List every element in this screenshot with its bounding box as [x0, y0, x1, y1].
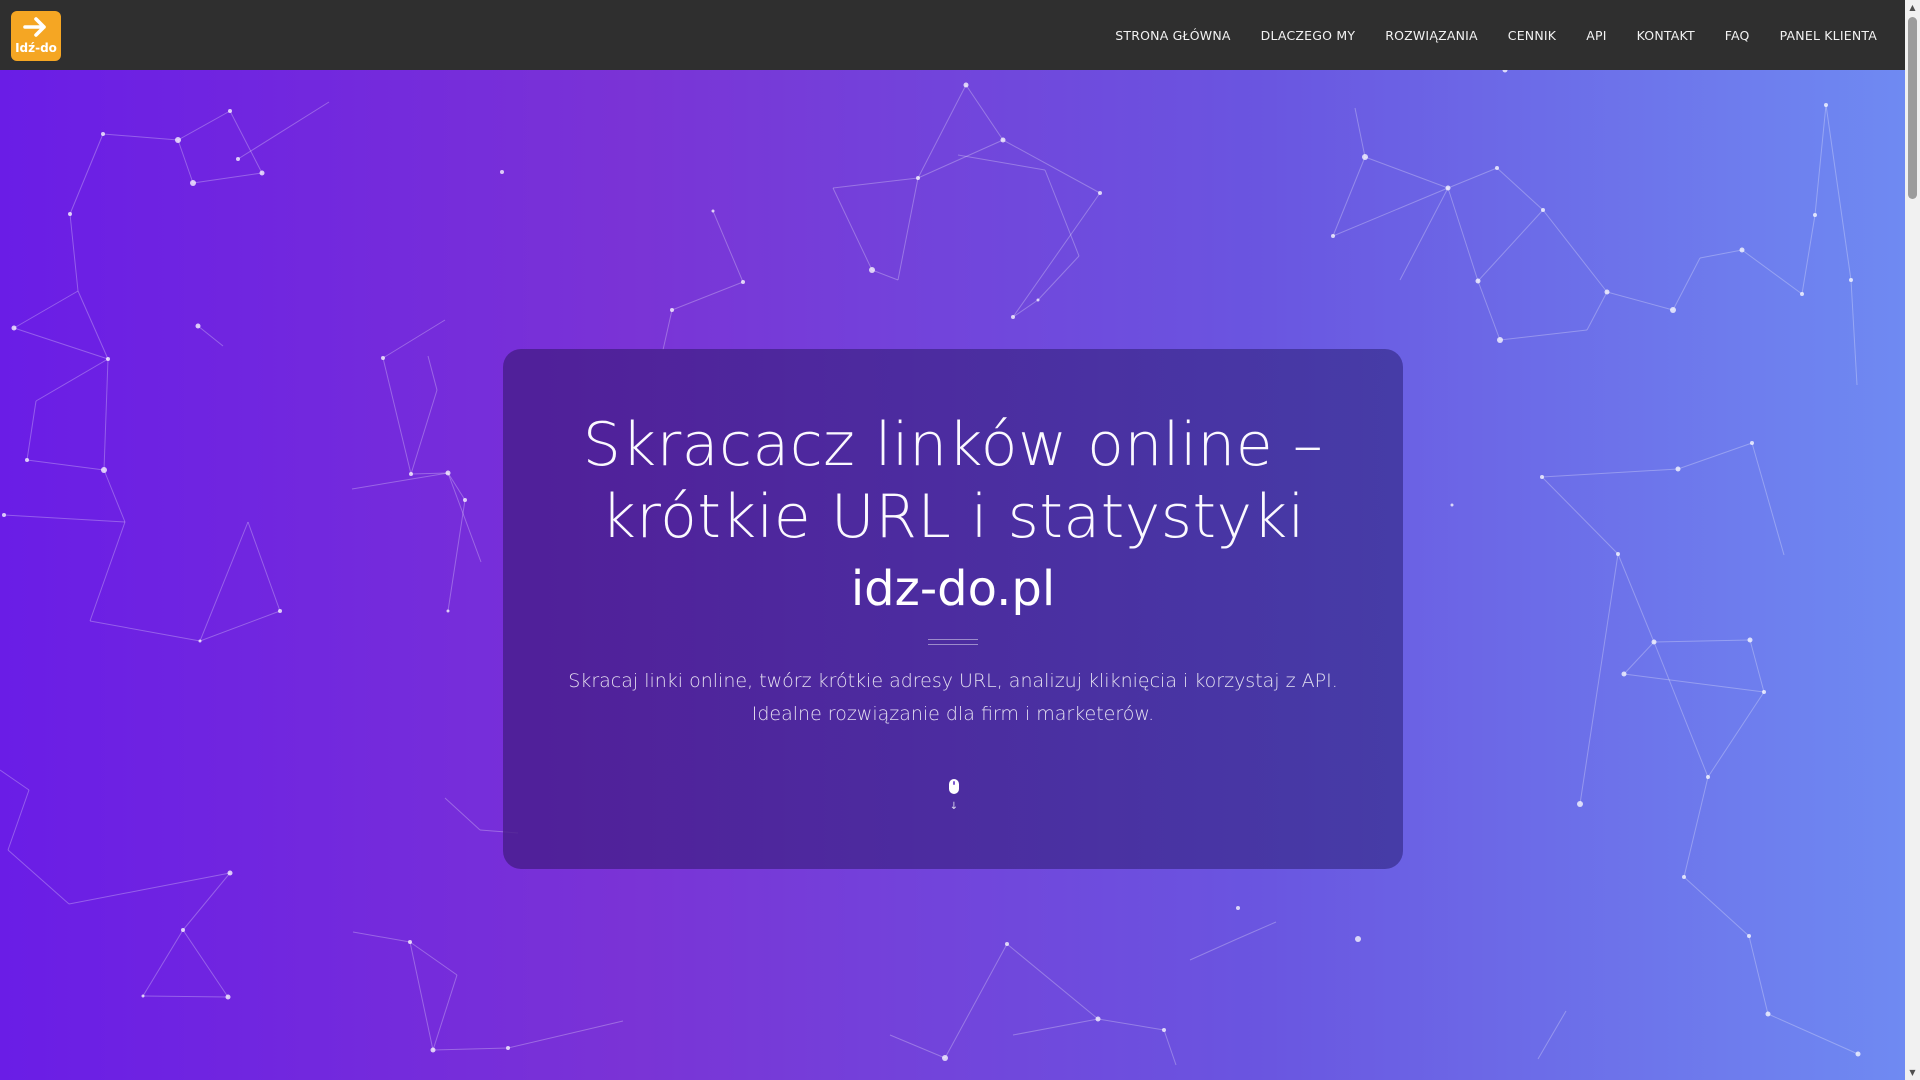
- arrow-down-icon: ↓: [949, 801, 959, 812]
- hero-description-line-1: Skracaj linki online, twórz krótkie adre…: [568, 670, 1338, 692]
- scrollbar-thumb[interactable]: [1908, 17, 1917, 199]
- hero-title-line-1: Skracacz linków online –: [582, 410, 1324, 480]
- mouse-icon: [949, 779, 959, 794]
- page-scrollbar[interactable]: ▲ ▼: [1905, 0, 1920, 1080]
- hero-domain: idz-do.pl: [850, 561, 1056, 617]
- nav-item-home[interactable]: STRONA GŁÓWNA: [1115, 28, 1230, 43]
- hero-description: Skracaj linki online, twórz krótkie adre…: [563, 665, 1343, 731]
- top-navbar: Idź-do STRONA GŁÓWNA DLACZEGO MY ROZWIĄZ…: [0, 0, 1905, 70]
- main-nav: STRONA GŁÓWNA DLACZEGO MY ROZWIĄZANIA CE…: [1085, 0, 1877, 70]
- nav-item-solutions[interactable]: ROZWIĄZANIA: [1385, 28, 1478, 43]
- scroll-down-arrow-icon[interactable]: ▼: [1905, 1065, 1920, 1080]
- hero-section: Skracacz linków online – krótkie URL i s…: [0, 70, 1905, 1080]
- hero-description-line-2: Idealne rozwiązanie dla firm i marketeró…: [751, 703, 1155, 725]
- hero-title-line-2: krótkie URL i statystyki: [601, 482, 1305, 552]
- scroll-down-indicator[interactable]: ↓: [944, 779, 964, 823]
- nav-item-why-us[interactable]: DLACZEGO MY: [1261, 28, 1356, 43]
- logo-text: Idź-do: [15, 41, 57, 55]
- arrow-right-icon: [11, 14, 61, 40]
- hero-divider: [928, 639, 978, 645]
- nav-item-pricing[interactable]: CENNIK: [1508, 28, 1556, 43]
- nav-item-faq[interactable]: FAQ: [1725, 28, 1750, 43]
- scroll-up-arrow-icon[interactable]: ▲: [1905, 0, 1920, 15]
- nav-item-client-panel[interactable]: PANEL KLIENTA: [1780, 28, 1877, 43]
- nav-item-api[interactable]: API: [1586, 28, 1606, 43]
- nav-item-contact[interactable]: KONTAKT: [1637, 28, 1695, 43]
- hero-card: Skracacz linków online – krótkie URL i s…: [503, 349, 1403, 869]
- hero-title: Skracacz linków online – krótkie URL i s…: [503, 409, 1403, 553]
- site-logo[interactable]: Idź-do: [11, 11, 61, 61]
